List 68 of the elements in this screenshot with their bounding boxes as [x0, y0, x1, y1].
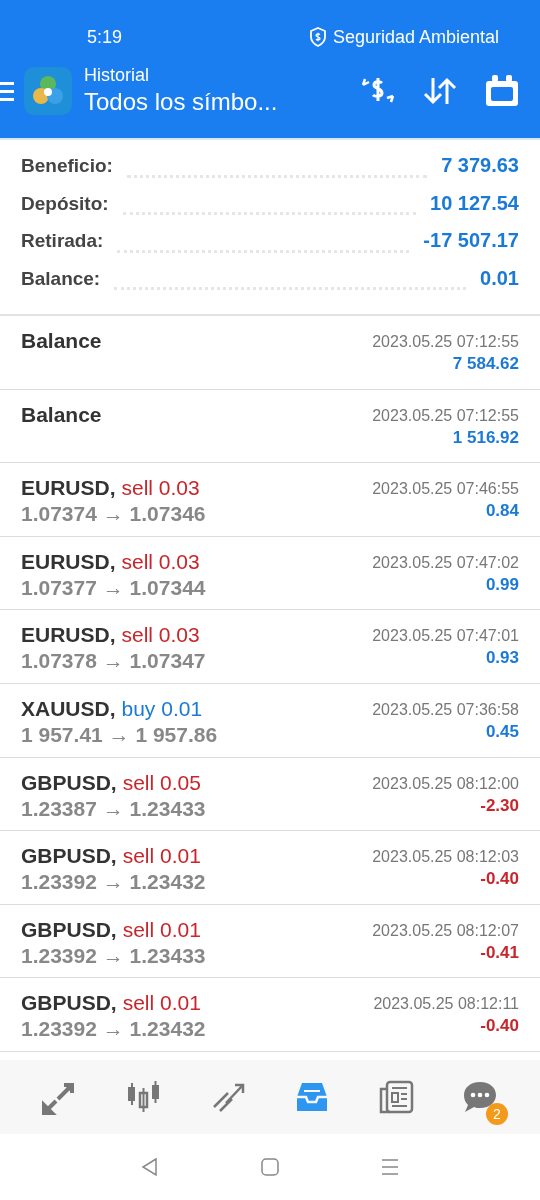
balance-title: Balance [21, 401, 102, 428]
trade-time: 2023.05.25 07:46:55 [372, 479, 519, 500]
order-type: sell 0.01 [122, 843, 201, 870]
trade-time: 2023.05.25 07:47:01 [372, 626, 519, 647]
balance-title: Balance [21, 328, 102, 354]
profit-value: 0.99 [485, 573, 519, 596]
price-range: 1.07378 → 1.07347 [21, 648, 206, 675]
security-label: Seguridad Ambiental [332, 26, 499, 48]
status-time: 5:19 [87, 26, 123, 48]
trade-time: 2023.05.25 07:12:55 [372, 332, 519, 352]
symbol-name: EURUSD, [21, 475, 116, 502]
profit-value: 0.93 [485, 647, 519, 670]
order-type: sell 0.03 [121, 475, 200, 502]
price-range: 1.07377 → 1.07344 [21, 574, 206, 601]
trade-time: 2023.05.25 08:12:11 [373, 994, 519, 1015]
summary-label: Retirada: [21, 230, 104, 252]
calendar-icon[interactable] [484, 74, 520, 108]
price-range: 1.23387 → 1.23433 [21, 795, 206, 822]
profit-value: 1 516.92 [452, 426, 519, 449]
price-range: 1.23392 → 1.23433 [21, 942, 206, 969]
order-type: sell 0.01 [122, 916, 201, 943]
menu-icon[interactable] [0, 79, 14, 103]
order-type: sell 0.05 [122, 769, 201, 796]
symbol-name: GBPUSD, [21, 916, 117, 943]
candlestick-icon[interactable] [126, 1079, 162, 1115]
app-logo-icon [24, 67, 72, 115]
price-range: 1.07374 → 1.07346 [21, 501, 206, 528]
symbol-name: GBPUSD, [21, 769, 117, 796]
back-icon[interactable] [140, 1157, 160, 1177]
symbol-name: XAUUSD, [21, 695, 116, 722]
symbol-name: GBPUSD, [21, 990, 117, 1017]
profit-value: -0.40 [480, 1015, 519, 1038]
shield-icon [308, 27, 327, 47]
home-icon[interactable] [260, 1157, 280, 1177]
summary-value: 0.01 [480, 266, 519, 290]
summary-label: Beneficio: [21, 155, 113, 177]
notification-badge: 2 [486, 1103, 508, 1125]
profit-value: 0.45 [485, 720, 519, 743]
order-type: buy 0.01 [121, 695, 203, 722]
order-type: sell 0.03 [121, 622, 200, 649]
summary-value: -17 507.17 [423, 229, 519, 252]
price-range: 1.23392 → 1.23432 [21, 1016, 206, 1043]
profit-value: 7 584.62 [452, 353, 519, 375]
symbol-name: EURUSD, [21, 622, 116, 649]
symbol-filter[interactable]: Todos los símbo... [84, 86, 360, 118]
order-type: sell 0.01 [122, 990, 201, 1017]
trade-time: 2023.05.25 08:12:00 [372, 773, 519, 794]
profit-value: 0.84 [485, 500, 519, 523]
newspaper-icon[interactable] [378, 1079, 414, 1115]
profit-value: -0.40 [480, 868, 519, 891]
screen-title: Historial [84, 64, 150, 86]
trade-time: 2023.05.25 08:12:07 [372, 920, 519, 941]
symbol-name: GBPUSD, [21, 843, 117, 870]
summary-value: 7 379.63 [441, 154, 519, 177]
symbol-name: EURUSD, [21, 548, 116, 575]
recents-icon[interactable] [380, 1157, 400, 1177]
price-range: 1 957.41 → 1 957.86 [21, 721, 218, 748]
summary-value: 10 127.54 [430, 191, 519, 215]
trade-time: 2023.05.25 07:36:58 [372, 699, 519, 720]
trade-time: 2023.05.25 08:12:03 [372, 847, 519, 868]
summary-label: Depósito: [21, 192, 109, 215]
profit-value: -2.30 [480, 794, 519, 817]
trade-time: 2023.05.25 07:12:55 [372, 405, 519, 426]
order-type: sell 0.03 [121, 548, 200, 575]
profit-value: -0.41 [480, 941, 519, 964]
summary-label: Balance: [21, 267, 101, 290]
price-range: 1.23392 → 1.23432 [21, 869, 206, 896]
trade-time: 2023.05.25 07:47:02 [372, 552, 519, 573]
